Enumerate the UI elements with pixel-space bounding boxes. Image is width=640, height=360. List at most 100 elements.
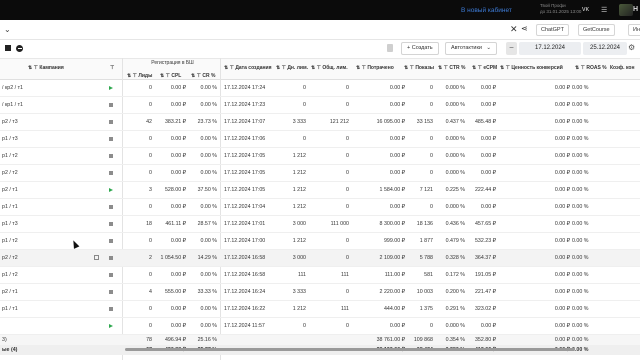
cell-ecpm: 0.00 ₽ [480, 85, 496, 91]
minus-circle-icon[interactable] [16, 45, 23, 52]
table-row[interactable]: р1 / т2 0 0.00 ₽0.00 % 17.12.2024 17:05 1 21… [0, 148, 640, 165]
col-cpl[interactable]: ⇅ ⊤ CPL [160, 73, 181, 79]
cell-name: р2 / т1 [2, 187, 18, 193]
cell-cpl: 1 054.50 ₽ [160, 255, 186, 261]
chatgpt-button[interactable]: ChatGPT [536, 24, 569, 36]
filter-icon[interactable]: ⊤ [110, 65, 114, 71]
chevron-down-icon[interactable]: ⌄ [4, 25, 11, 34]
col-roas[interactable]: ⇅ ⊤ ROAS % [575, 65, 607, 71]
col-impressions[interactable]: ⇅ ⊤ Показы [404, 65, 434, 71]
table-row[interactable]: р2 / т3 42 383.21 ₽ 23.73 % 17.12.2024 17:07… [0, 114, 640, 131]
vk-icon[interactable]: ᴠᴋ [582, 6, 589, 13]
play-icon[interactable] [109, 324, 113, 328]
col-ctr[interactable]: ⇅ ⊤ CTR % [438, 65, 465, 71]
pause-icon[interactable] [109, 273, 113, 277]
user-info[interactable]: Твой Профи до 31.01.2025 13:00 [540, 3, 581, 15]
pause-icon[interactable] [109, 205, 113, 209]
col-created[interactable]: ⇅ ⊤ Дата создания [224, 65, 272, 71]
pause-icon[interactable] [109, 239, 113, 243]
date-from-field[interactable]: 17.12.2024 [519, 42, 581, 55]
col-leads[interactable]: ⇅ ⊤ Лиды [127, 73, 152, 79]
close-icon[interactable]: ✕ [510, 24, 518, 35]
cell-name: р1 / т3 [2, 136, 18, 142]
horizontal-scrollbar[interactable] [125, 348, 575, 351]
cell-ctr: 0.000 % [445, 153, 465, 159]
cell-impr: 33 153 [416, 119, 433, 125]
col-coef[interactable]: Коэф. кон [610, 65, 634, 71]
col-coef-label: Коэф. кон [610, 65, 635, 71]
cell-conv: 0.00 ₽ [554, 187, 570, 193]
cell-ecpm: 0.00 ₽ [480, 102, 496, 108]
registration-group-header: Регистрация в БШ [151, 60, 194, 66]
pause-icon[interactable] [109, 103, 113, 107]
autotactics-button[interactable]: Автотактики ⌄ [445, 42, 497, 55]
cell-impr: 18 136 [416, 221, 433, 227]
table-row[interactable]: р1 / т1 0 0.00 ₽0.00 % 17.12.2024 16:22 1 21… [0, 301, 640, 318]
date-to-field[interactable]: 25.12.2024 [583, 42, 627, 55]
table-row[interactable]: / кр2 / т1 0 0.00 ₽0.00 % 17.12.2024 17:24 0… [0, 80, 640, 97]
col-leads-label: Лиды [138, 73, 153, 79]
col-conv-value[interactable]: ⇅ ⊤ Ценность конверсий [500, 65, 563, 71]
cell-conv: 0.00 ₽ [554, 170, 570, 176]
table-row[interactable]: / кр1 / т1 0 0.00 ₽0.00 % 17.12.2024 17:23 0… [0, 97, 640, 114]
pause-icon[interactable] [109, 222, 113, 226]
summary-name: ые (4) [2, 347, 18, 353]
table-row[interactable]: р2 / т1 4 555.00 ₽ 33.33 % 17.12.2024 16:24 3… [0, 284, 640, 301]
table-row[interactable]: р1 / т3 0 0.00 ₽0.00 % 17.12.2024 17:06 0 0 0.… [0, 131, 640, 148]
cell-cpl: 0.00 ₽ [170, 323, 186, 329]
new-cabinet-link[interactable]: В новый кабинет [461, 7, 512, 14]
menu-icon[interactable]: ☰ [601, 6, 607, 14]
cell-cr: 0.00 % [200, 102, 218, 108]
pause-icon[interactable] [109, 120, 113, 124]
table-row[interactable]: р1 / т2 0 0.00 ₽0.00 % 17.12.2024 16:58 111 1… [0, 267, 640, 284]
pause-icon[interactable] [109, 137, 113, 141]
stop-icon[interactable] [5, 45, 11, 51]
cell-total: 0 [346, 323, 349, 329]
date-prev-button[interactable]: − [506, 42, 517, 55]
pause-icon[interactable] [109, 154, 113, 158]
table-row[interactable]: р2 / т2 0 0.00 ₽0.00 % 17.12.2024 17:05 1 21… [0, 165, 640, 182]
autotactics-label: Автотактики [451, 45, 482, 51]
settings-icon[interactable]: ⚙ [628, 43, 635, 52]
cell-cpl: 528.00 ₽ [164, 187, 186, 193]
top-bar: В новый кабинет Твой Профи до 31.01.2025… [0, 0, 640, 20]
cell-impr: 0 [430, 153, 433, 159]
cell-conv: 0.00 ₽ [554, 136, 570, 142]
table-row[interactable]: 0 0.00 ₽0.00 % 17.12.2024 11:57 0 0 0.00 ₽0 0.… [0, 318, 640, 335]
cell-impr: 0 [430, 102, 433, 108]
avatar[interactable] [619, 4, 633, 16]
table-row[interactable]: р2 / т2 2 1 054.50 ₽ 14.29 % 17.12.2024 16:5… [0, 250, 640, 267]
cell-ctr: 0.000 % [445, 170, 465, 176]
cell-ecpm: 323.02 ₽ [474, 306, 496, 312]
cell-day: 0 [303, 85, 306, 91]
pause-icon[interactable] [109, 290, 113, 294]
table-row[interactable]: р1 / т2 0 0.00 ₽0.00 % 17.12.2024 17:00 1 21… [0, 233, 640, 250]
cell-roas: 0.00 % [572, 323, 589, 329]
col-campaign[interactable]: ⇅ ⊤ Кампания [28, 65, 64, 71]
col-spent[interactable]: ⇅ ⊤ Потрачено [356, 65, 394, 71]
share-icon[interactable]: ⋖ [521, 24, 528, 33]
cell-day: 0 [303, 323, 306, 329]
cell-ctr: 0.172 % [445, 272, 465, 278]
table-row[interactable]: р2 / т1 3 528.00 ₽ 37.50 % 17.12.2024 17:05 1… [0, 182, 640, 199]
col-cr[interactable]: ⇅ ⊤ CR % [191, 73, 215, 79]
cell-day: 1 212 [292, 204, 306, 210]
more-button[interactable]: Ин [628, 24, 640, 36]
getcourse-button[interactable]: GetCourse [578, 24, 615, 36]
play-icon[interactable] [109, 188, 113, 192]
table-row[interactable]: р1 / т3 18 461.11 ₽ 28.57 % 17.12.2024 17:01… [0, 216, 640, 233]
col-total-limit[interactable]: ⇅ ⊤ Общ. лим. [311, 65, 348, 71]
trash-icon[interactable] [387, 44, 393, 52]
cell-ctr: 0.479 % [445, 238, 465, 244]
pause-icon[interactable] [109, 307, 113, 311]
col-day-limit[interactable]: ⇅ ⊤ Дн. лим. [276, 65, 308, 71]
cell-cpl: 0.00 ₽ [170, 204, 186, 210]
play-icon[interactable] [109, 86, 113, 90]
external-link-icon[interactable] [94, 255, 99, 260]
pause-icon[interactable] [109, 171, 113, 175]
table-row[interactable]: р1 / т1 0 0.00 ₽0.00 % 17.12.2024 17:04 1 21… [0, 199, 640, 216]
cell-total: 0 [346, 289, 349, 295]
pause-icon[interactable] [109, 256, 113, 260]
create-button[interactable]: + Создать [401, 42, 439, 55]
col-ecpm[interactable]: ⇅ ⊤ eCPM [472, 65, 497, 71]
